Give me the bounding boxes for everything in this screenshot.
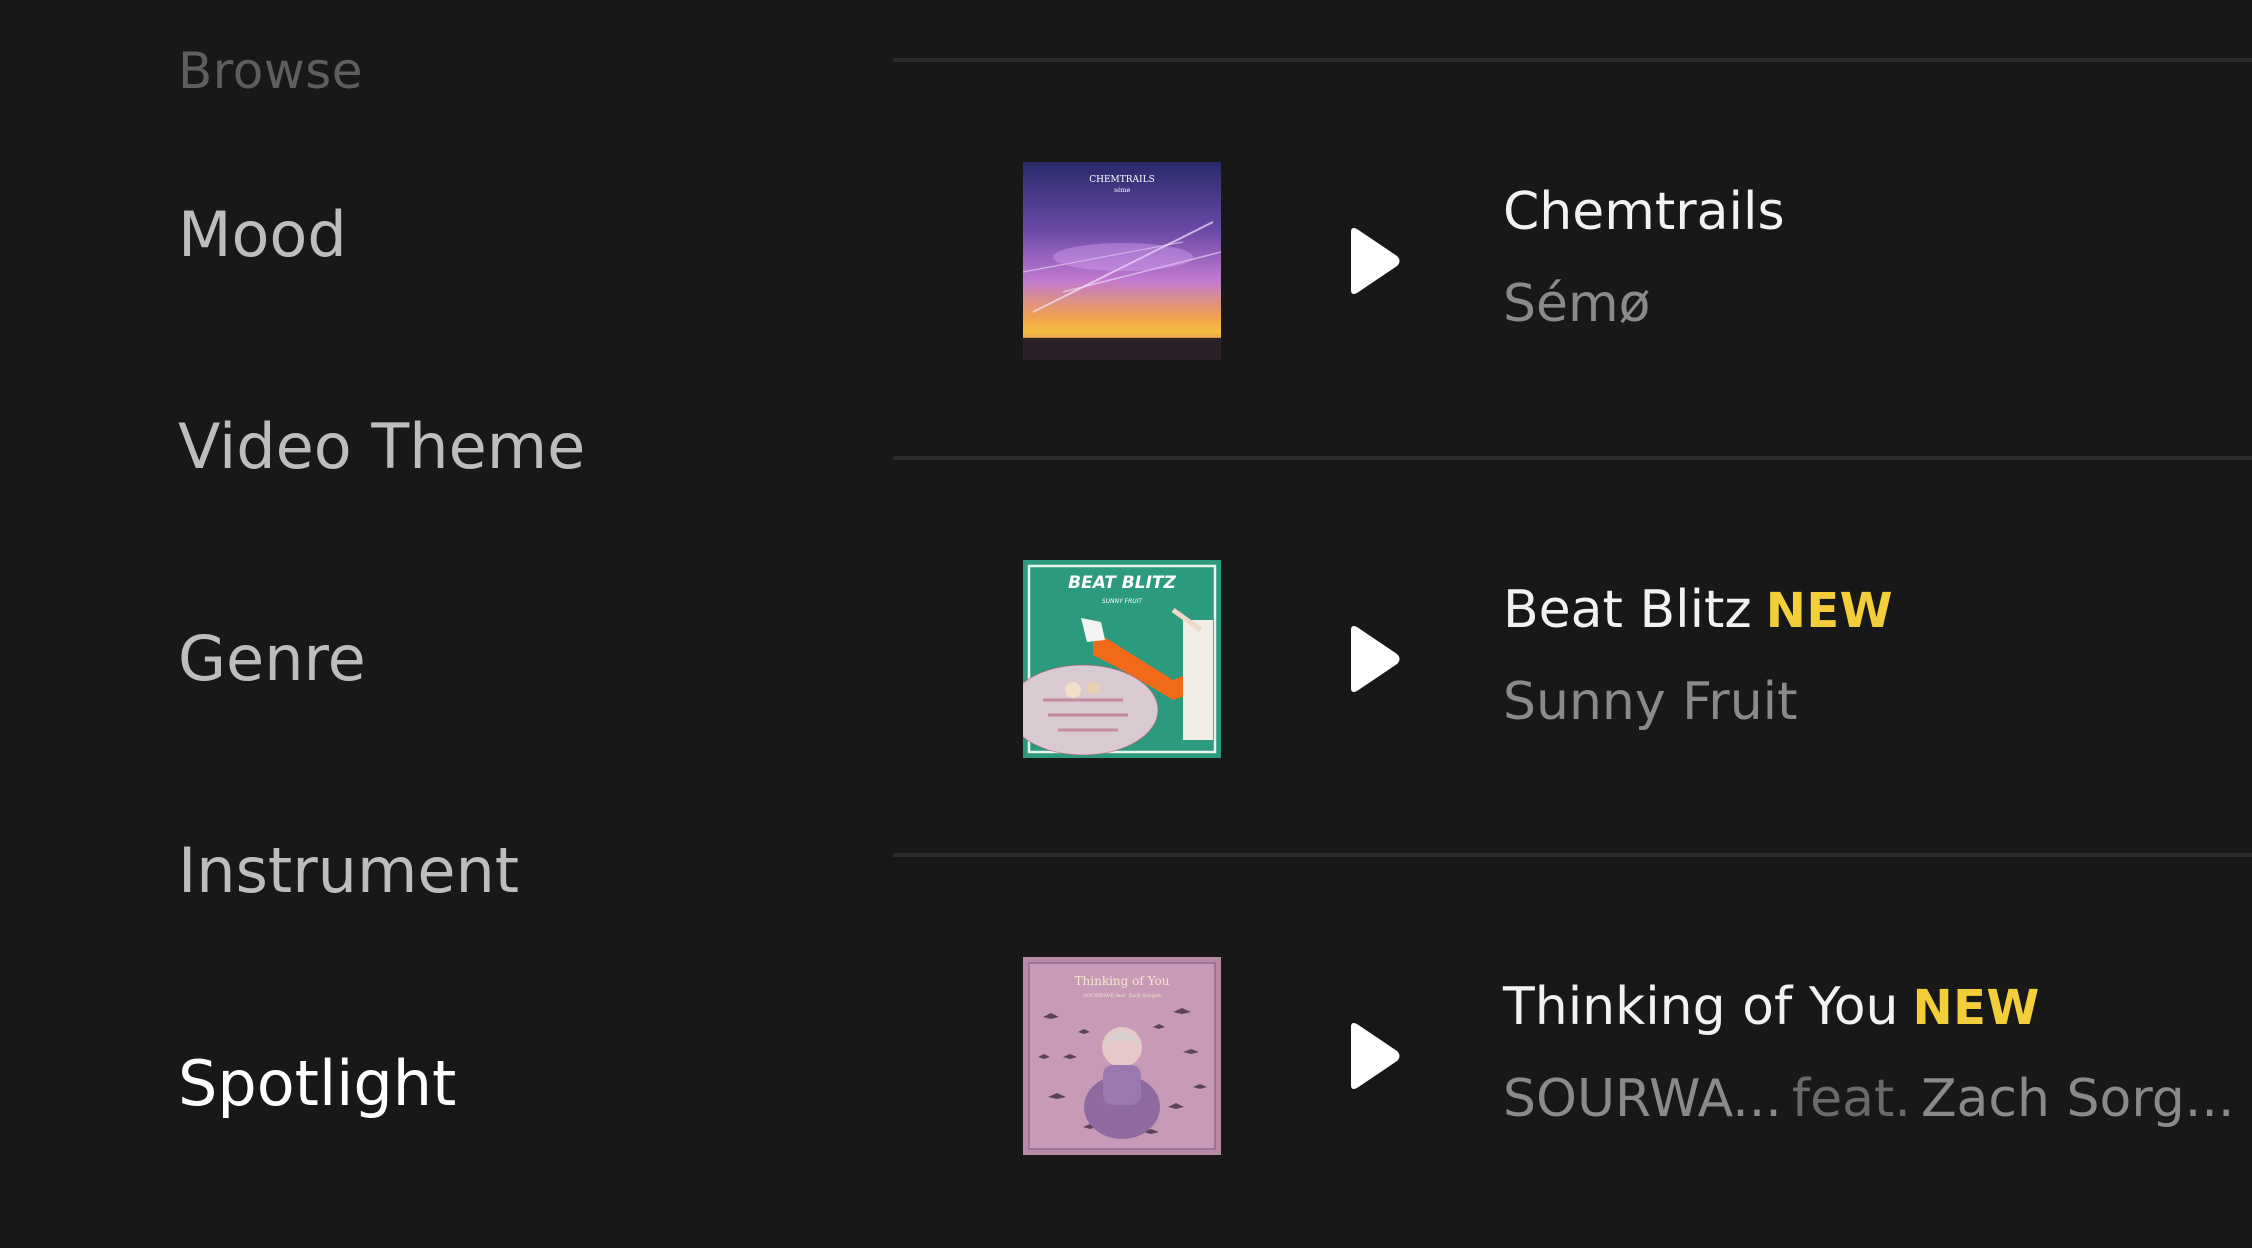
track-title-text: Chemtrails xyxy=(1503,182,1785,242)
feat-label: feat. xyxy=(1791,1069,1911,1129)
track-artist[interactable]: Sunny Fruit xyxy=(1503,670,1797,734)
track-list: CHEMTRAILS sémø Chemtrails Sémø BEAT BLI… xyxy=(893,0,2252,1248)
sidebar-item-mood[interactable]: Mood xyxy=(178,197,347,273)
track-row[interactable]: Thinking of You SOURWAVE feat. Zach Sorg… xyxy=(893,857,2252,1248)
sidebar-item-spotlight[interactable]: Spotlight xyxy=(178,1046,456,1122)
play-button[interactable] xyxy=(1331,222,1409,300)
album-cover[interactable]: BEAT BLITZ SUNNY FRUIT xyxy=(1023,560,1221,758)
featured-artist-name[interactable]: Zach Sorg... xyxy=(1921,1069,2234,1129)
track-title[interactable]: Chemtrails xyxy=(1503,180,1785,244)
cover-artist-text: sémø xyxy=(1114,187,1130,194)
track-row[interactable]: CHEMTRAILS sémø Chemtrails Sémø xyxy=(893,62,2252,458)
album-cover[interactable]: CHEMTRAILS sémø xyxy=(1023,162,1221,360)
app-window: Browse Mood Video Theme Genre Instrument… xyxy=(0,0,2252,1248)
play-icon xyxy=(1351,626,1400,692)
cover-title-text: BEAT BLITZ xyxy=(1068,573,1176,593)
artist-name[interactable]: SOURWA... xyxy=(1503,1069,1782,1129)
artist-name[interactable]: Sunny Fruit xyxy=(1503,672,1797,732)
track-title-text: Beat Blitz xyxy=(1503,580,1752,640)
artist-name[interactable]: Sémø xyxy=(1503,274,1650,334)
track-row[interactable]: BEAT BLITZ SUNNY FRUIT Beat Blitz NEW Sun… xyxy=(893,460,2252,856)
track-artist[interactable]: Sémø xyxy=(1503,272,1650,336)
new-badge: NEW xyxy=(1765,583,1894,639)
browse-heading: Browse xyxy=(178,42,364,100)
browse-sidebar: Browse Mood Video Theme Genre Instrument… xyxy=(0,0,880,1248)
play-button[interactable] xyxy=(1331,1017,1409,1095)
album-cover-art: CHEMTRAILS sémø xyxy=(1023,162,1221,360)
play-icon xyxy=(1351,1023,1400,1089)
new-badge: NEW xyxy=(1912,980,2040,1036)
album-cover-art: Thinking of You SOURWAVE feat. Zach Sorg… xyxy=(1023,957,1221,1155)
track-title-text: Thinking of You xyxy=(1503,977,1899,1037)
album-cover-art: BEAT BLITZ SUNNY FRUIT xyxy=(1023,560,1221,758)
play-button[interactable] xyxy=(1331,620,1409,698)
cover-title-text: Thinking of You xyxy=(1075,974,1170,988)
sidebar-item-genre[interactable]: Genre xyxy=(178,621,366,697)
track-title[interactable]: Beat Blitz NEW xyxy=(1503,578,1893,643)
track-title[interactable]: Thinking of You NEW xyxy=(1503,975,2040,1040)
sidebar-item-instrument[interactable]: Instrument xyxy=(178,833,519,909)
cover-artist-text: SUNNY FRUIT xyxy=(1102,598,1144,605)
track-artist[interactable]: SOURWA... feat. Zach Sorg... xyxy=(1503,1067,2234,1131)
sidebar-item-video-theme[interactable]: Video Theme xyxy=(178,409,585,485)
cover-artist-text: SOURWAVE feat. Zach Sorgen xyxy=(1083,993,1162,999)
album-cover[interactable]: Thinking of You SOURWAVE feat. Zach Sorg… xyxy=(1023,957,1221,1155)
play-icon xyxy=(1351,228,1400,294)
cover-title-text: CHEMTRAILS xyxy=(1089,175,1155,185)
